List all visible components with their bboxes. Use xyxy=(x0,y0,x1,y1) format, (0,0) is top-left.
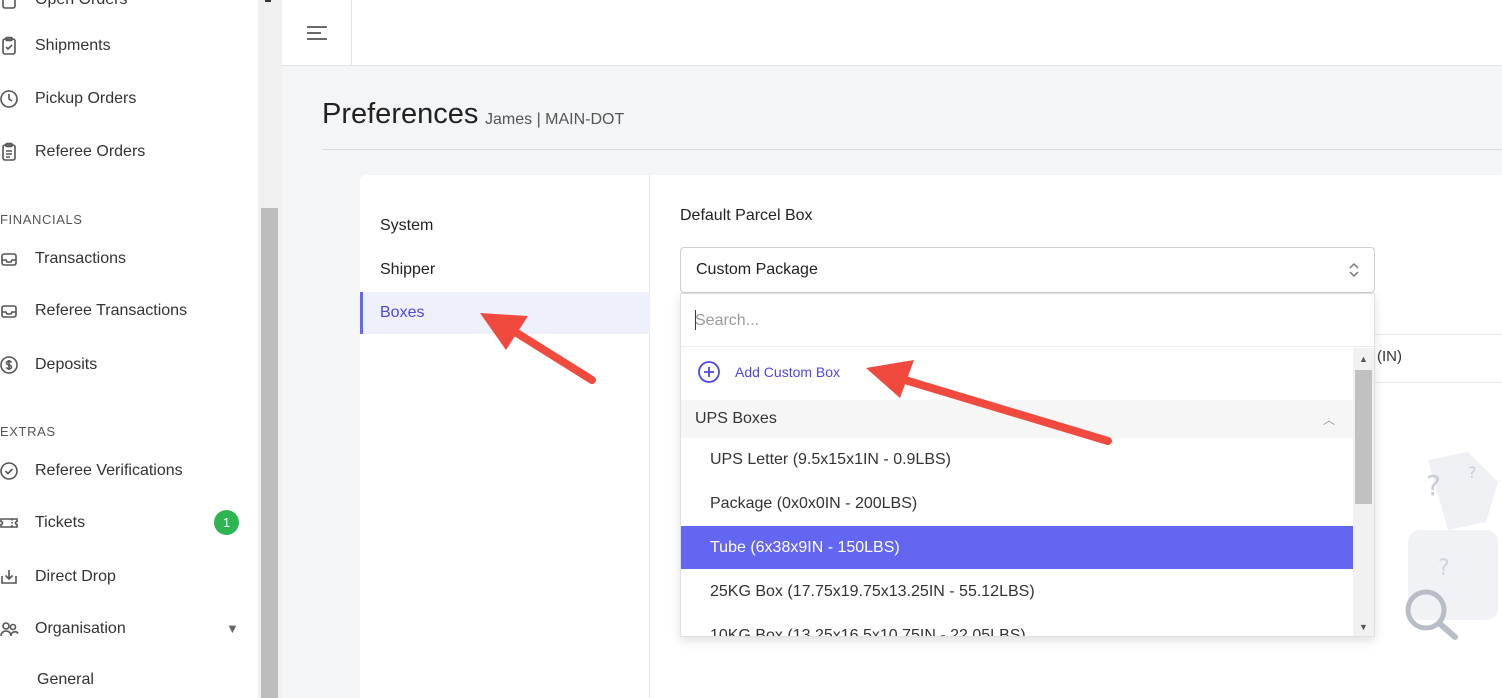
svg-text:?: ? xyxy=(1468,463,1477,482)
sidebar-item-transactions[interactable]: Transactions xyxy=(0,245,126,273)
table-divider xyxy=(1375,382,1502,383)
sidebar-item-direct-drop[interactable]: Direct Drop xyxy=(0,563,116,591)
option-item[interactable]: 10KG Box (13.25x16.5x10.75IN - 22.05LBS) xyxy=(681,614,1353,637)
sidebar-item-referee-verifications[interactable]: Referee Verifications xyxy=(0,457,183,485)
scroll-mark xyxy=(265,0,271,2)
sidebar-item-label: Direct Drop xyxy=(35,568,116,585)
clipboard-list-icon xyxy=(0,141,20,163)
default-parcel-box-label: Default Parcel Box xyxy=(680,207,813,224)
sidebar-item-label: Pickup Orders xyxy=(35,90,137,107)
dropdown-scrollbar[interactable]: ▲ ▼ xyxy=(1353,348,1374,636)
sidebar-scrollbar-thumb[interactable] xyxy=(261,208,278,698)
section-financials: FINANCIALS xyxy=(0,212,83,227)
sidebar-item-label: Organisation xyxy=(35,620,126,637)
sidebar-item-organisation[interactable]: Organisation xyxy=(0,615,126,643)
text-caret xyxy=(695,310,696,330)
users-icon xyxy=(0,618,20,640)
sidebar-item-tickets[interactable]: Tickets xyxy=(0,509,85,537)
svg-text:?: ? xyxy=(1426,469,1441,502)
scroll-up-icon[interactable]: ▲ xyxy=(1359,354,1368,364)
sidebar-subitem-general[interactable]: General xyxy=(37,671,94,689)
check-circle-icon xyxy=(0,460,20,482)
menu-toggle-button[interactable] xyxy=(282,0,352,66)
dropdown-options-list: Add Custom Box UPS Boxes ︿ UPS Letter (9… xyxy=(681,348,1353,637)
page-title: Preferences xyxy=(322,98,479,130)
sidebar-item-label: Referee Transactions xyxy=(35,302,188,319)
table-divider xyxy=(1375,334,1502,335)
sidebar-item-label: Transactions xyxy=(35,250,126,267)
option-item[interactable]: 25KG Box (17.75x19.75x13.25IN - 55.12LBS… xyxy=(681,570,1353,613)
page-subtitle: James | MAIN-DOT xyxy=(485,111,625,128)
tray-icon xyxy=(0,248,20,270)
add-custom-box-label: Add Custom Box xyxy=(735,364,841,380)
header-divider xyxy=(322,149,1502,150)
option-item-highlighted[interactable]: Tube (6x38x9IN - 150LBS) xyxy=(681,526,1353,569)
sidebar-item-referee-orders[interactable]: Referee Orders xyxy=(0,138,145,166)
selected-value: Custom Package xyxy=(696,261,818,278)
sidebar-item-label: Open Orders xyxy=(35,0,127,9)
option-group-label: UPS Boxes xyxy=(695,410,777,427)
default-parcel-box-select[interactable]: Custom Package xyxy=(680,247,1375,293)
svg-text:?: ? xyxy=(1438,556,1450,581)
clipboard-icon xyxy=(0,0,20,11)
tab-shipper[interactable]: Shipper xyxy=(360,249,650,291)
ticket-icon xyxy=(0,512,20,534)
dropdown-scrollbar-thumb[interactable] xyxy=(1355,370,1372,504)
sidebar-item-deposits[interactable]: Deposits xyxy=(0,351,97,379)
caret-down-icon[interactable]: ▼ xyxy=(226,621,239,636)
tray-icon xyxy=(0,300,20,322)
sidebar-item-label: Referee Orders xyxy=(35,143,146,160)
chevron-up-icon[interactable]: ︿ xyxy=(1323,411,1335,428)
sidebar-item-label: Shipments xyxy=(35,37,111,54)
clipboard-check-icon xyxy=(0,35,20,57)
dropdown-search xyxy=(681,294,1374,347)
sidebar-item-label: Referee Verifications xyxy=(35,462,183,479)
option-item[interactable]: Package (0x0x0IN - 200LBS) xyxy=(681,482,1353,525)
sidebar-item-label: Tickets xyxy=(35,514,86,531)
sidebar: Open Orders Shipments Pickup Orders Refe… xyxy=(0,0,258,698)
table-column-header: (IN) xyxy=(1377,348,1402,365)
sidebar-item-referee-transactions[interactable]: Referee Transactions xyxy=(0,297,187,325)
sidebar-item-shipments[interactable]: Shipments xyxy=(0,32,111,60)
tab-system[interactable]: System xyxy=(360,205,650,247)
download-tray-icon xyxy=(0,566,20,588)
section-extras: EXTRAS xyxy=(0,424,56,439)
option-item[interactable]: UPS Letter (9.5x15x1IN - 0.9LBS) xyxy=(681,438,1353,481)
dollar-circle-icon xyxy=(0,354,20,376)
box-dropdown: Add Custom Box UPS Boxes ︿ UPS Letter (9… xyxy=(680,293,1375,637)
dropdown-search-input[interactable] xyxy=(695,308,1355,334)
sidebar-item-pickup-orders[interactable]: Pickup Orders xyxy=(0,85,136,113)
sidebar-item-open-orders[interactable]: Open Orders xyxy=(0,0,127,14)
updown-chevron-icon xyxy=(1349,262,1359,278)
empty-state-illustration: ? ? ? xyxy=(1405,452,1498,640)
scroll-down-icon[interactable]: ▼ xyxy=(1359,622,1368,632)
top-bar xyxy=(282,0,1502,66)
add-custom-box-button[interactable]: Add Custom Box xyxy=(697,358,840,386)
sidebar-item-label: Deposits xyxy=(35,356,98,373)
tab-boxes[interactable]: Boxes xyxy=(360,292,650,334)
menu-icon xyxy=(306,26,327,40)
tickets-count-badge: 1 xyxy=(214,510,239,535)
plus-circle-icon xyxy=(698,361,720,383)
option-group-ups-boxes[interactable]: UPS Boxes ︿ xyxy=(681,400,1353,438)
clock-icon xyxy=(0,88,20,110)
